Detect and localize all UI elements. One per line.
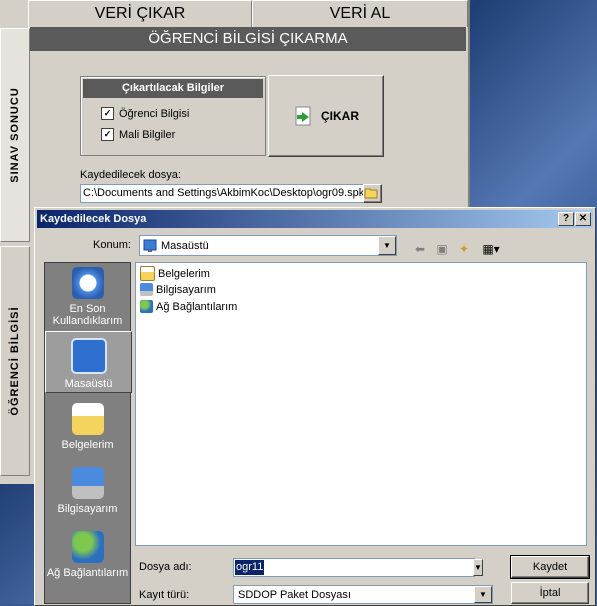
group-title: Çıkartılacak Bilgiler xyxy=(83,79,263,98)
save-button[interactable]: Kaydet xyxy=(510,555,590,579)
folder-open-icon xyxy=(364,188,378,199)
desktop-icon xyxy=(70,338,107,374)
place-desktop[interactable]: Masaüstü xyxy=(45,331,132,393)
back-arrow-icon[interactable]: ⬅ xyxy=(412,242,428,256)
desktop-icon xyxy=(143,239,157,252)
filename-label: Dosya adı: xyxy=(139,561,192,573)
tab-veri-al[interactable]: VERİ AL xyxy=(252,0,468,28)
page-title: ÖĞRENCİ BİLGİSİ ÇIKARMA xyxy=(30,27,466,51)
list-item[interactable]: Bilgisayarım xyxy=(140,283,216,296)
cikar-button[interactable]: ÇIKAR xyxy=(268,75,384,157)
side-tab-sinav-sonucu[interactable]: SINAV SONUCU xyxy=(0,28,30,242)
file-name: Bilgisayarım xyxy=(156,283,216,296)
file-path-field[interactable]: C:\Documents and Settings\AkbimKoc\Deskt… xyxy=(80,184,366,203)
place-label: Ağ Bağlantılarım xyxy=(46,567,129,579)
cancel-button[interactable]: İptal xyxy=(511,582,589,604)
list-item[interactable]: Belgelerim xyxy=(140,266,210,281)
computer-icon xyxy=(140,283,153,296)
tab-veri-cikar[interactable]: VERİ ÇIKAR xyxy=(28,0,252,28)
file-label: Kaydedilecek dosya: xyxy=(80,169,181,181)
place-label: Masaüstü xyxy=(64,378,113,390)
network-icon xyxy=(71,531,104,563)
up-folder-icon[interactable]: ▣ xyxy=(434,242,450,256)
check-icon[interactable]: ✓ xyxy=(101,107,114,120)
place-documents[interactable]: Belgelerim xyxy=(45,397,130,457)
file-name: Belgelerim xyxy=(158,267,210,280)
side-tab-label: SINAV SONUCU xyxy=(9,87,21,183)
filetype-label: Kayıt türü: xyxy=(139,589,190,601)
place-label: En Son Kullandıklarım xyxy=(52,303,123,327)
close-button[interactable]: ✕ xyxy=(575,212,591,226)
dialog-title: Kaydedilecek Dosya xyxy=(40,213,147,225)
help-button[interactable]: ? xyxy=(558,212,574,226)
folder-icon xyxy=(71,403,104,435)
save-dialog: Kaydedilecek Dosya ? ✕ Konum: Masaüstü ▼… xyxy=(34,207,596,606)
chevron-down-icon[interactable]: ▼ xyxy=(378,236,396,255)
check-icon[interactable]: ✓ xyxy=(101,128,114,141)
list-item[interactable]: Ağ Bağlantılarım xyxy=(140,300,237,313)
place-computer[interactable]: Bilgisayarım xyxy=(45,461,130,521)
cikar-label: ÇIKAR xyxy=(321,109,359,123)
place-label: Belgelerim xyxy=(61,439,114,451)
folder-icon xyxy=(140,266,155,281)
network-icon xyxy=(140,300,153,313)
file-list[interactable]: Belgelerim Bilgisayarım Ağ Bağlantılarım xyxy=(135,262,587,546)
filename-value: ogr11 xyxy=(235,560,265,575)
checkbox-label: Mali Bilgiler xyxy=(119,128,176,141)
options-group: Çıkartılacak Bilgiler ✓ Öğrenci Bilgisi … xyxy=(80,76,266,156)
chevron-down-icon[interactable]: ▼ xyxy=(474,586,492,603)
chevron-down-icon[interactable]: ▼ xyxy=(473,559,483,576)
side-tab-label: ÖĞRENCİ BİLGİSİ xyxy=(9,306,21,416)
place-label: Bilgisayarım xyxy=(57,503,118,515)
clock-icon xyxy=(71,267,104,299)
view-menu-icon[interactable]: ▦▾ xyxy=(480,242,502,256)
filetype-value: SDDOP Paket Dosyası xyxy=(238,588,351,601)
konum-select[interactable]: Masaüstü ▼ xyxy=(139,235,397,256)
export-icon xyxy=(295,106,311,126)
computer-icon xyxy=(71,467,104,499)
new-folder-icon[interactable]: ✦ xyxy=(456,242,472,256)
filename-input[interactable]: ogr11 xyxy=(233,558,475,577)
side-tab-ogrenci-bilgisi[interactable]: ÖĞRENCİ BİLGİSİ xyxy=(0,246,30,476)
checkbox-label: Öğrenci Bilgisi xyxy=(119,107,190,120)
konum-value: Masaüstü xyxy=(161,239,209,252)
checkbox-mali-bilgiler[interactable]: ✓ Mali Bilgiler xyxy=(101,128,175,141)
place-recent[interactable]: En Son Kullandıklarım xyxy=(45,267,130,327)
dialog-titlebar: Kaydedilecek Dosya ? ✕ xyxy=(37,210,593,228)
konum-label: Konum: xyxy=(93,239,131,251)
places-bar: En Son Kullandıklarım Masaüstü Belgeleri… xyxy=(44,262,132,604)
checkbox-ogrenci-bilgisi[interactable]: ✓ Öğrenci Bilgisi xyxy=(101,107,189,120)
place-network[interactable]: Ağ Bağlantılarım xyxy=(45,525,130,585)
file-name: Ağ Bağlantılarım xyxy=(156,300,238,313)
filetype-select[interactable]: SDDOP Paket Dosyası ▼ xyxy=(233,585,493,604)
browse-folder-button[interactable] xyxy=(363,184,382,203)
